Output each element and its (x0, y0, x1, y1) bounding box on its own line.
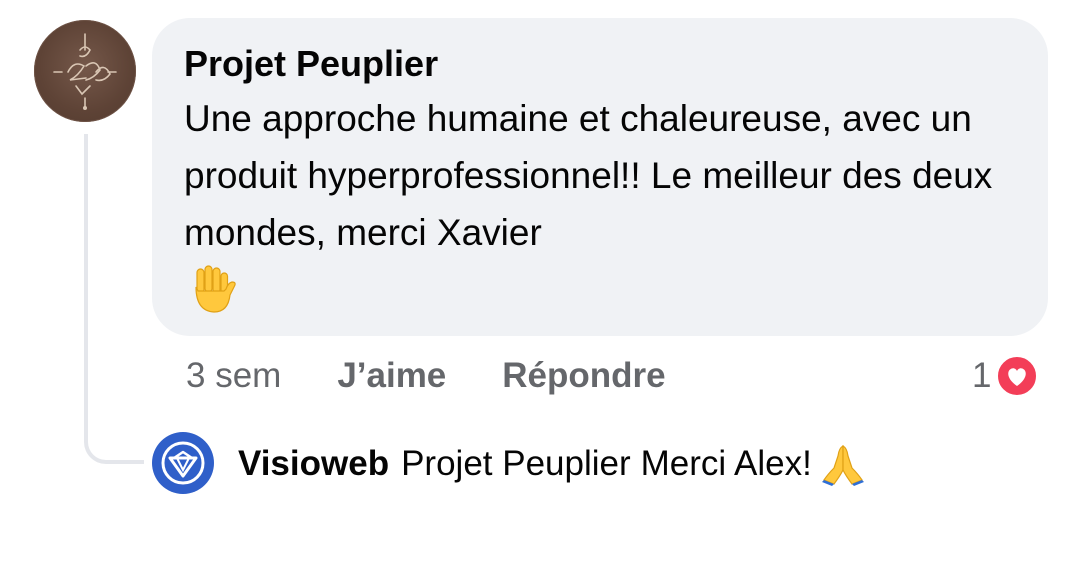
reply-comment: Visioweb Projet Peuplier Merci Alex! (238, 442, 866, 486)
thread-connector-line (84, 134, 144, 464)
folded-hands-emoji-icon (821, 445, 864, 486)
diamond-logo-icon (161, 441, 205, 485)
reaction-count: 1 (972, 356, 992, 395)
like-button[interactable]: J’aime (337, 356, 446, 396)
heart-icon (996, 355, 1039, 397)
reply-author[interactable]: Visioweb (238, 442, 389, 486)
raised-hand-emoji-icon (195, 265, 236, 313)
reply-button[interactable]: Répondre (502, 356, 665, 396)
comment-thread: Projet Peuplier Une approche humaine et … (0, 0, 1080, 572)
comment-author[interactable]: Projet Peuplier (184, 42, 1018, 86)
projet-peuplier-avatar[interactable] (34, 20, 136, 122)
reply-text: Merci Alex! (640, 444, 812, 483)
comment-actions: 3 sem J’aime Répondre (186, 352, 666, 400)
comment-bubble: Projet Peuplier Une approche humaine et … (152, 18, 1048, 336)
handwritten-logo-icon (53, 33, 117, 110)
reaction-summary[interactable]: 1 (972, 352, 1039, 400)
comment-timestamp[interactable]: 3 sem (186, 356, 281, 396)
visioweb-avatar[interactable] (152, 432, 214, 494)
reply-mention[interactable]: Projet Peuplier (401, 442, 631, 486)
comment-text: Une approche humaine et chaleureuse, ave… (184, 98, 993, 253)
